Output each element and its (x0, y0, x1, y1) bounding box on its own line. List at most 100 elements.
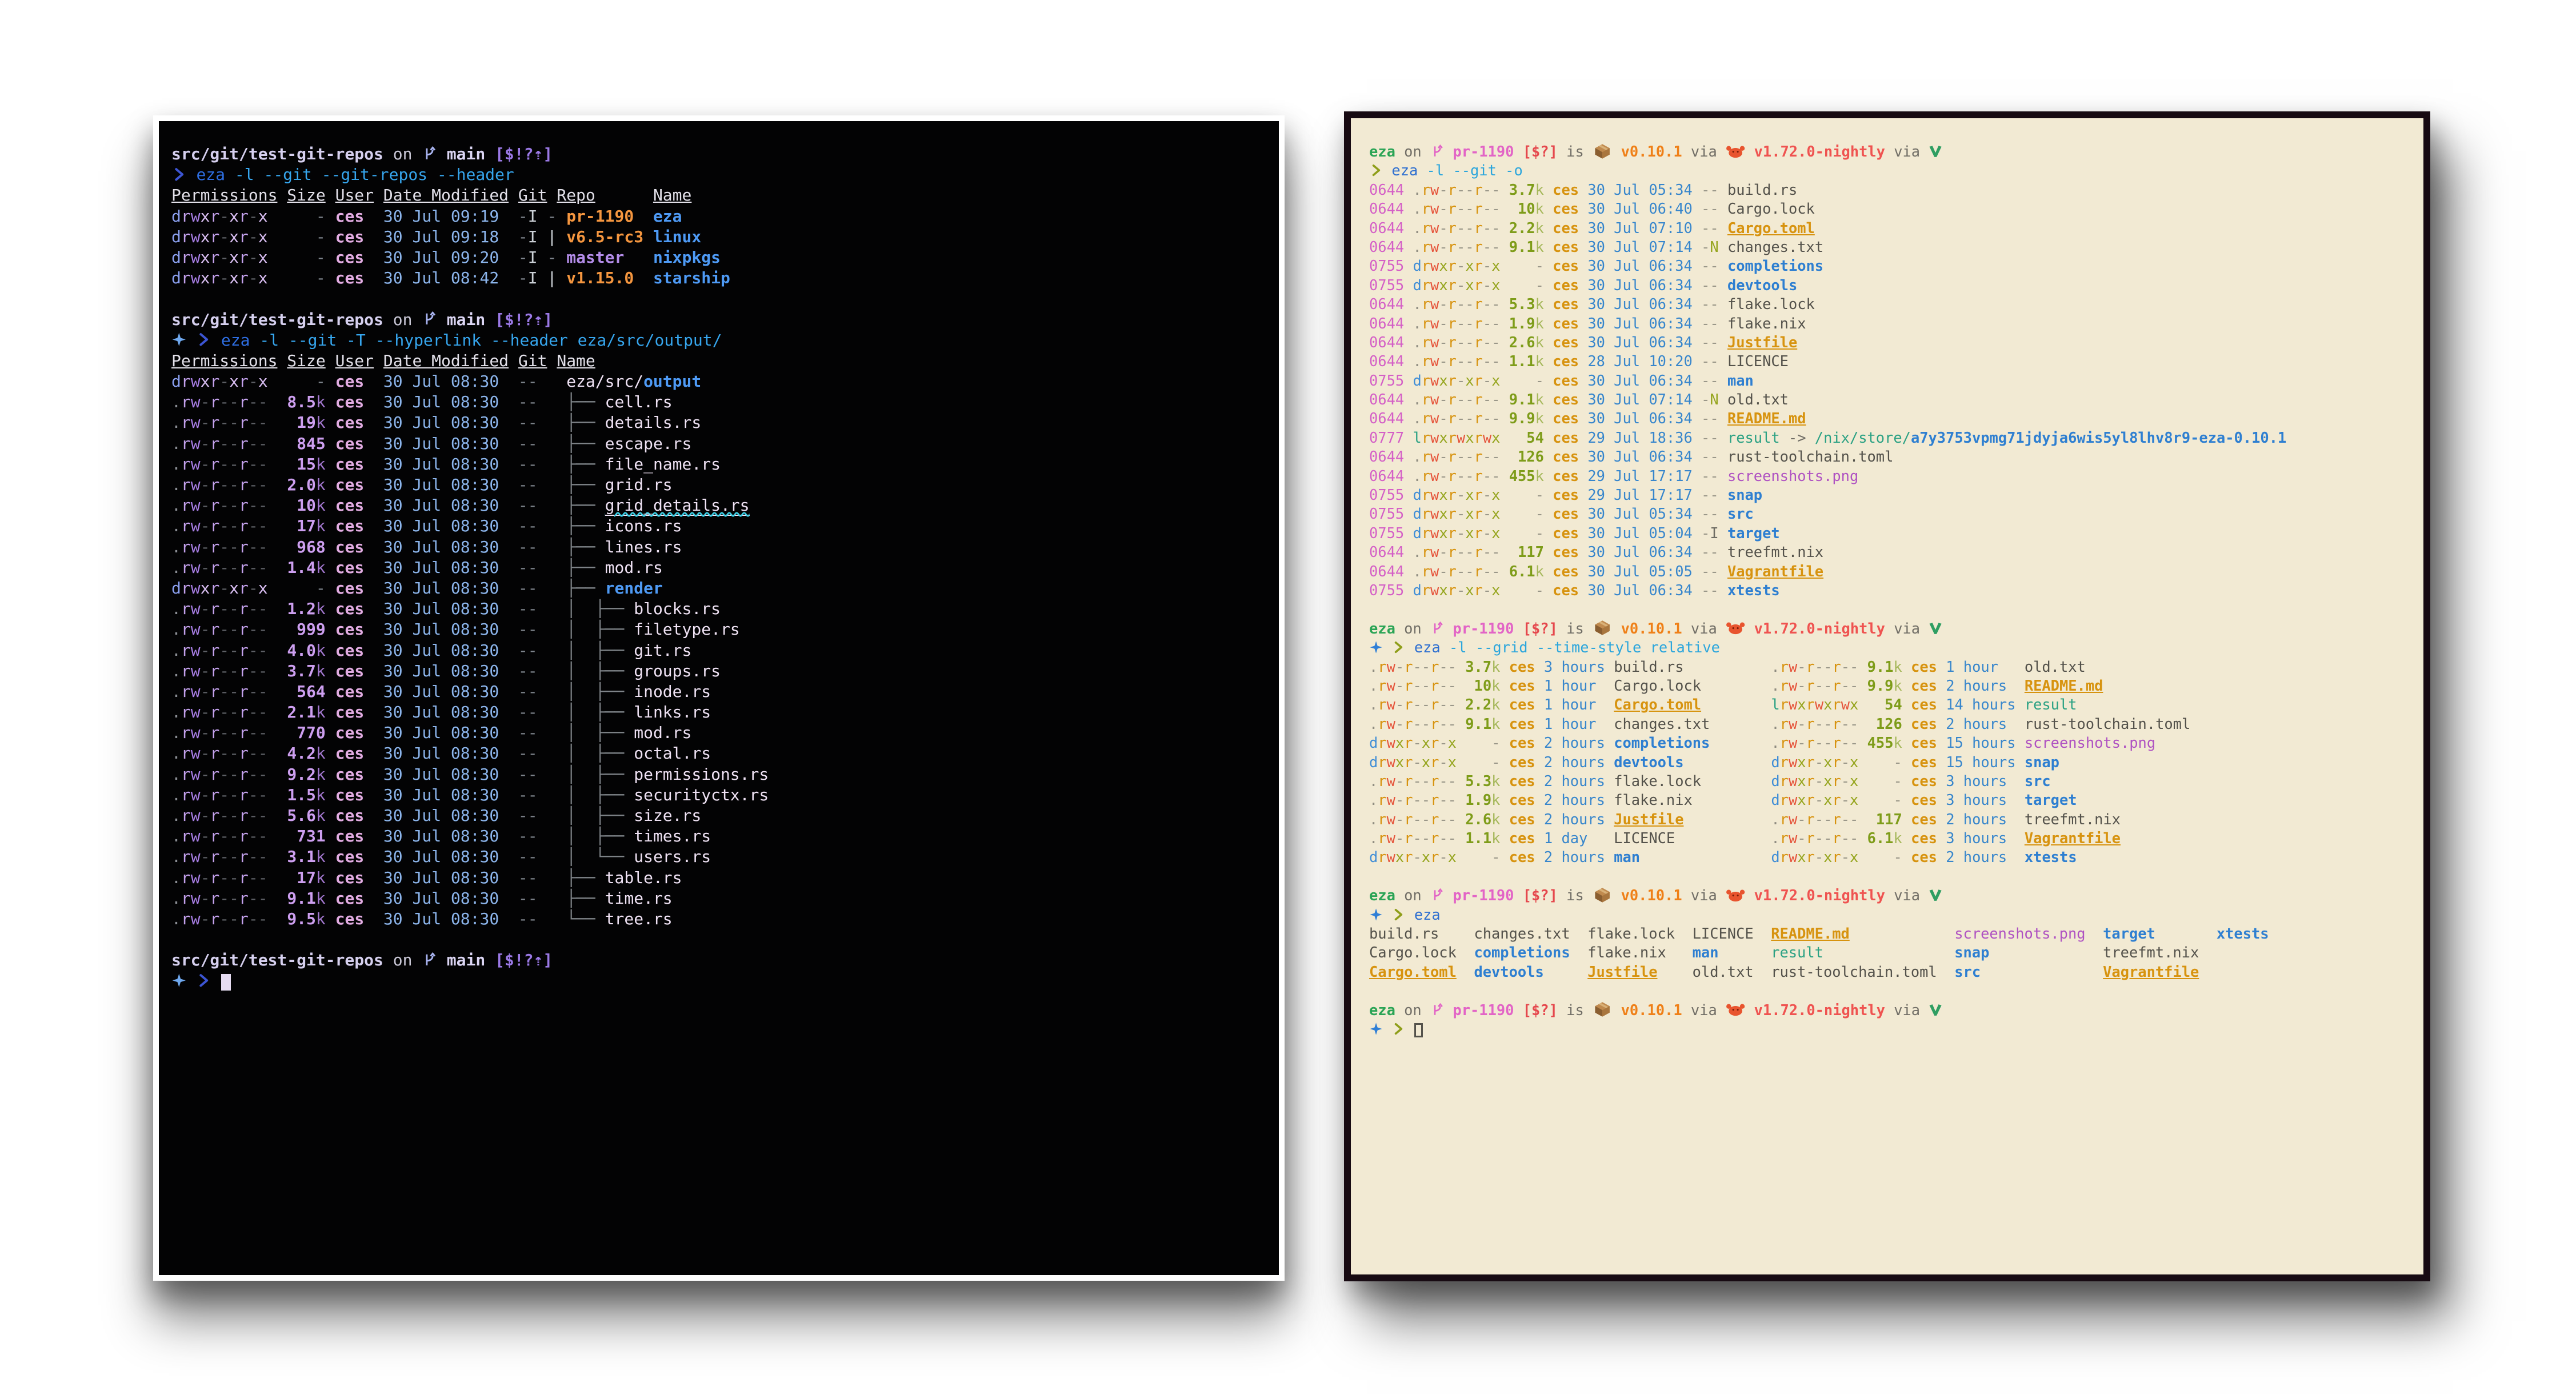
permission-char: w (1482, 428, 1492, 446)
permission-char: - (200, 785, 210, 804)
text-segment: 30 Jul 08:30 (383, 909, 499, 928)
permission-char: r (181, 703, 191, 722)
permission-char: - (1482, 410, 1492, 427)
permission-char: . (171, 413, 181, 432)
text-segment (538, 392, 567, 411)
permission-char: r (1421, 276, 1431, 294)
permission-char: w (1430, 448, 1439, 466)
permission-char: r (210, 372, 220, 391)
cursor[interactable] (1414, 1023, 1423, 1037)
text-segment (1579, 563, 1587, 580)
permission-char: - (1421, 676, 1431, 694)
text-segment: k (1535, 314, 1544, 332)
text-segment: k (1535, 467, 1544, 484)
text-segment: ├── (566, 537, 605, 556)
left-terminal-content[interactable]: src/git/test-git-repos on main [$!?⇡] ez… (159, 121, 1279, 1275)
permission-char: r (1447, 524, 1457, 542)
text-segment (1701, 772, 1771, 789)
text-segment (538, 682, 567, 701)
permission-char: x (1797, 848, 1806, 866)
text-segment (1579, 391, 1587, 408)
cursor[interactable] (221, 973, 231, 991)
terminal-line: .rw-r--r-- 770 ces 30 Jul 08:30 -- │ ├──… (171, 723, 1273, 743)
text-segment (1544, 276, 1553, 294)
text-segment (538, 744, 567, 763)
text-segment (1544, 238, 1553, 255)
permission-char: - (1439, 467, 1448, 484)
text-segment: snap (2024, 753, 2059, 771)
text-segment: k (315, 785, 326, 804)
terminal-line: src/git/test-git-repos on main [$!?⇡] (171, 950, 1273, 971)
terminal-line: drwxr-xr-x - ces 30 Jul 09:19 -I - pr-11… (171, 206, 1273, 227)
terminal-line: .rw-r--r-- 564 ces 30 Jul 08:30 -- │ ├──… (171, 682, 1273, 702)
permission-char: - (1456, 352, 1466, 370)
left-terminal-window[interactable]: src/git/test-git-repos on main [$!?⇡] ez… (153, 115, 1285, 1281)
permission-char: x (1465, 276, 1474, 294)
permission-char: - (229, 744, 239, 763)
permission-char: r (1447, 410, 1457, 427)
text-segment (538, 785, 567, 804)
permission-char: - (248, 640, 258, 660)
text-segment (268, 662, 287, 680)
text-segment: ├── (566, 392, 605, 412)
text-segment (1383, 906, 1391, 923)
permission-char: x (1439, 581, 1448, 599)
permission-char: - (229, 827, 239, 846)
text-segment: 0644 (1369, 467, 1405, 484)
text-segment: ces (335, 227, 365, 246)
permission-char: - (1395, 791, 1405, 809)
permission-char: r (1832, 658, 1841, 675)
text-segment (1719, 486, 1727, 503)
permission-char: - (229, 806, 239, 825)
text-segment: 1 hour (1543, 715, 1597, 732)
right-terminal-window[interactable]: eza on pr-1190 [$?] is v0.10.1 via v1.72… (1344, 111, 2430, 1281)
text-segment: src (1954, 963, 1981, 980)
text-segment: 2 hours (1946, 676, 2007, 694)
permission-char: - (219, 578, 230, 598)
permission-char: r (1832, 810, 1841, 828)
permission-char: d (171, 227, 181, 246)
text-segment (557, 207, 566, 226)
permission-char: r (1474, 505, 1483, 523)
permission-char: r (239, 496, 249, 515)
permission-char: x (200, 227, 210, 246)
right-terminal-content[interactable]: eza on pr-1190 [$?] is v0.10.1 via v1.72… (1351, 118, 2423, 1274)
permission-char: w (190, 723, 201, 743)
text-segment: - (547, 247, 557, 267)
text-segment: 1.2 (287, 599, 316, 619)
text-segment (1675, 925, 1693, 942)
text-segment: tree.rs (605, 909, 673, 928)
text-segment (268, 248, 316, 267)
text-segment: Name (653, 186, 692, 205)
text-segment (1579, 505, 1587, 522)
permission-char: . (1413, 467, 1422, 484)
text-segment (1683, 658, 1771, 675)
permission-char: - (248, 578, 258, 598)
text-segment: 9.1 (1509, 238, 1535, 255)
permission-char: - (229, 413, 239, 432)
text-segment (268, 558, 287, 577)
text-segment (2007, 715, 2025, 732)
text-segment: table.rs (605, 868, 682, 887)
text-segment (1719, 582, 1727, 599)
text-segment: 5.6 (287, 806, 316, 825)
text-segment: via (1682, 1001, 1726, 1019)
text-segment: Permissions (171, 186, 278, 205)
permission-char: w (190, 372, 201, 391)
permission-char: w (1788, 696, 1798, 713)
text-segment (1858, 734, 1867, 751)
text-segment: -- (518, 516, 538, 536)
text-segment: LICENCE (1727, 352, 1789, 370)
text-segment: - (547, 206, 557, 226)
text-segment (1544, 582, 1553, 599)
text-segment: man (1727, 371, 1754, 389)
permission-char: - (1482, 371, 1492, 389)
text-segment: 9.9 (1867, 676, 1894, 694)
text-segment (1693, 448, 1701, 465)
permission-char: w (190, 868, 201, 887)
permission-char: - (200, 558, 210, 577)
permission-char: - (248, 703, 258, 722)
text-segment: | (547, 227, 557, 246)
permission-char: r (1447, 219, 1457, 236)
text-segment: │ ├── (566, 764, 634, 784)
